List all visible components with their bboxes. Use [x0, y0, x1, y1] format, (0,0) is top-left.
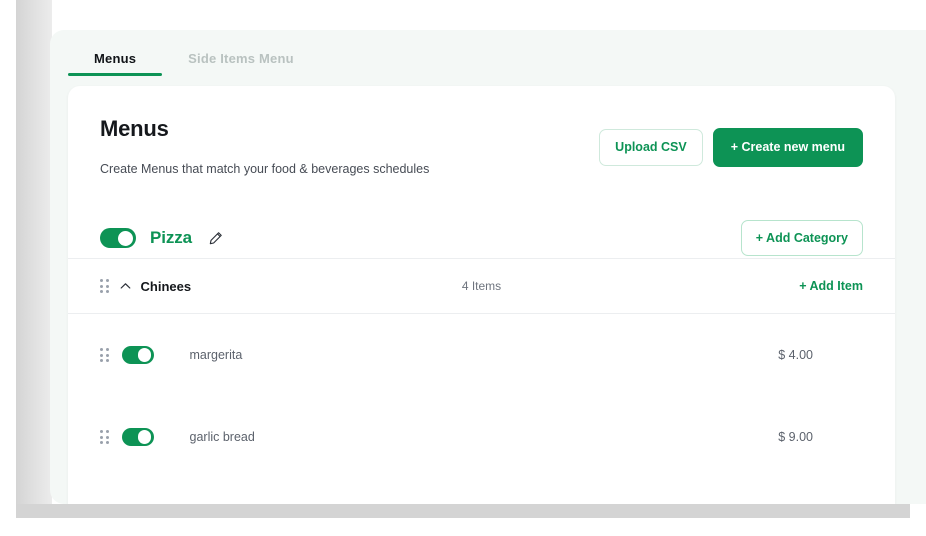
item-toggle-knob	[137, 430, 151, 444]
item-price: $ 4.00	[778, 348, 813, 362]
tab-menus[interactable]: Menus	[68, 51, 163, 76]
pencil-icon[interactable]	[208, 231, 223, 246]
category-row: Chinees 4 Items + Add Item	[100, 259, 863, 313]
drag-handle-icon[interactable]	[100, 348, 109, 362]
table-row: garlic bread $ 9.00	[100, 396, 863, 478]
category-name: Chinees	[140, 278, 192, 294]
upload-csv-button[interactable]: Upload CSV	[599, 129, 703, 166]
table-row: margerita $ 4.00	[100, 314, 863, 396]
create-new-menu-button[interactable]: + Create new menu	[712, 128, 863, 167]
item-name: garlic bread	[189, 430, 255, 444]
tab-bar: Menus Side Items Menu	[50, 30, 926, 76]
item-name: margerita	[189, 348, 243, 362]
page-left-gutter	[16, 0, 52, 518]
screen: Menus Side Items Menu Menus Create Menus…	[0, 0, 926, 536]
drag-handle-icon[interactable]	[100, 430, 109, 444]
item-enabled-toggle[interactable]	[121, 346, 154, 364]
header-actions: Upload CSV + Create new menu	[599, 128, 863, 167]
chevron-up-icon[interactable]	[120, 282, 131, 290]
category-item-count: 4 Items	[461, 279, 502, 293]
menu-toggle-knob	[118, 230, 133, 246]
menu-enabled-toggle[interactable]	[100, 228, 136, 248]
menu-name: Pizza	[150, 228, 193, 247]
menu-header-row: Pizza + Add Category	[100, 218, 863, 258]
add-category-button[interactable]: + Add Category	[740, 219, 863, 257]
item-enabled-toggle[interactable]	[121, 428, 154, 446]
menus-card: Menus Create Menus that match your food …	[68, 86, 895, 504]
item-price: $ 9.00	[778, 430, 813, 444]
tab-side-items-menu[interactable]: Side Items Menu	[162, 52, 320, 76]
tab-side-items-menu-label: Side Items Menu	[188, 51, 294, 66]
app-panel: Menus Side Items Menu Menus Create Menus…	[50, 30, 926, 504]
table-row: french fries $ 100.00	[100, 478, 863, 504]
drag-handle-icon[interactable]	[100, 279, 109, 293]
add-item-button[interactable]: + Add Item	[799, 279, 863, 293]
tab-menus-label: Menus	[94, 51, 137, 66]
item-toggle-knob	[137, 348, 151, 362]
page-bottom-bar	[16, 504, 910, 518]
